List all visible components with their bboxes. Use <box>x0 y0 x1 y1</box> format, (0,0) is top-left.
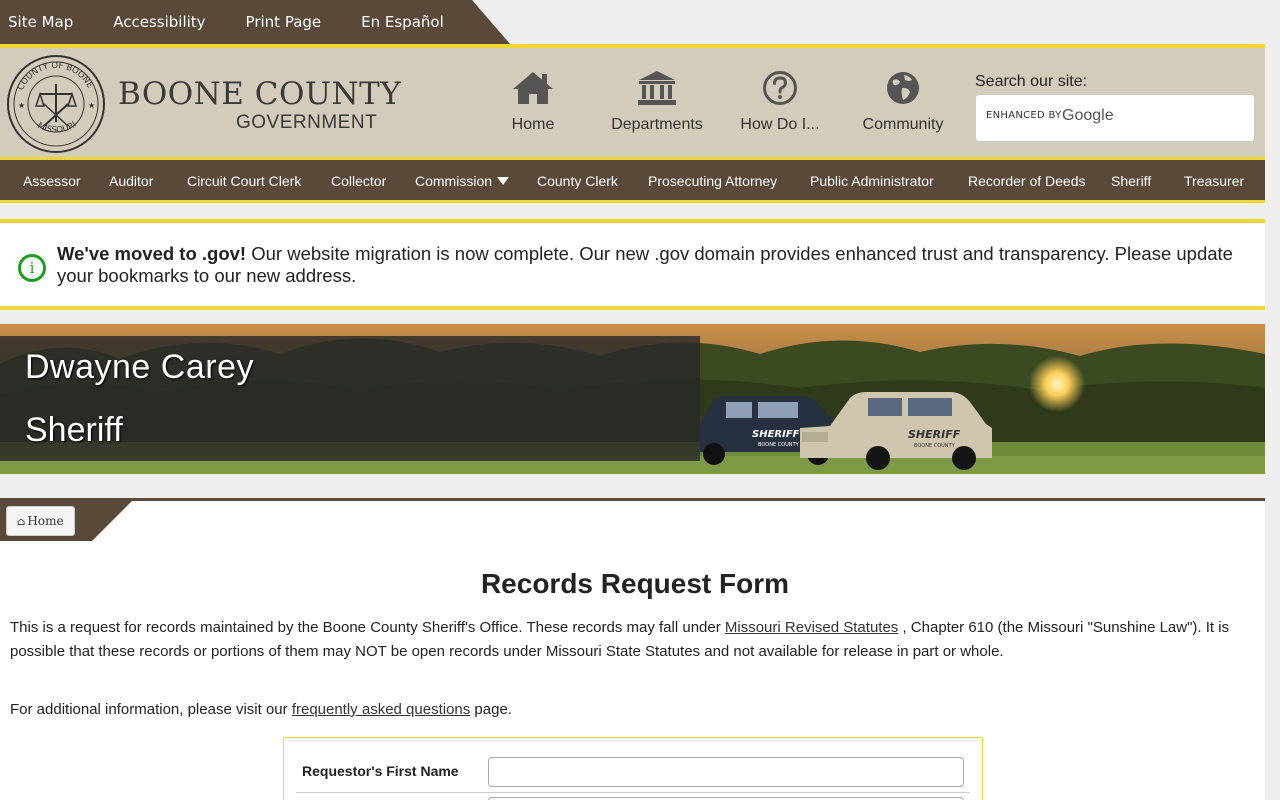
sheriff-name: Dwayne Carey <box>25 348 254 386</box>
google-logo: Google <box>1062 107 1114 124</box>
nav-how-do-i-label: How Do I... <box>740 116 820 133</box>
nav-community[interactable]: Community <box>843 70 963 134</box>
alert-bold: We've moved to .gov! <box>57 243 247 264</box>
utility-bar: Site Map Accessibility Print Page En Esp… <box>0 0 510 44</box>
breadcrumb-home[interactable]: ⌂ Home <box>6 506 75 536</box>
intro-paragraph: This is a request for records maintained… <box>10 616 1250 664</box>
intro-text-1: This is a request for records maintained… <box>10 619 725 636</box>
sheriff-banner: SHERIFF BOONE COUNTY SHERIFF BOONE COUNT… <box>0 324 1265 474</box>
dept-commission[interactable]: Commission <box>415 173 510 189</box>
question-circle-icon <box>763 71 797 105</box>
dept-treasurer[interactable]: Treasurer <box>1184 173 1244 189</box>
svg-text:SHERIFF: SHERIFF <box>908 428 961 441</box>
dept-public-administrator[interactable]: Public Administrator <box>810 173 934 189</box>
first-name-label: Requestor's First Name <box>302 763 459 779</box>
dept-auditor[interactable]: Auditor <box>109 173 153 189</box>
bank-icon <box>638 71 676 105</box>
dept-collector[interactable]: Collector <box>331 173 386 189</box>
svg-text:BOONE COUNTY: BOONE COUNTY <box>758 442 800 448</box>
dept-commission-label: Commission <box>415 173 493 189</box>
nav-home-label: Home <box>511 116 555 133</box>
print-page-link[interactable]: Print Page <box>246 13 322 31</box>
county-seal-icon[interactable]: ★ ★ COUNTY OF BOONE MISSOURI <box>6 54 106 154</box>
dept-assessor[interactable]: Assessor <box>23 173 81 189</box>
department-nav: Assessor Auditor Circuit Court Clerk Col… <box>0 160 1265 203</box>
search-enhanced-text: ENHANCED BY <box>986 110 1062 121</box>
alert-message: We've moved to .gov! Our website migrati… <box>57 243 1247 287</box>
espanol-link[interactable]: En Español <box>361 13 444 31</box>
nav-how-do-i[interactable]: How Do I... <box>720 70 840 134</box>
search-label: Search our site: <box>975 73 1088 90</box>
page-title: Records Request Form <box>480 568 790 599</box>
home-icon <box>513 72 553 104</box>
brand-title[interactable]: BOONE COUNTY <box>118 76 401 112</box>
nav-community-label: Community <box>862 116 944 133</box>
search-input[interactable]: ENHANCED BY Google <box>975 94 1255 142</box>
brand-subtitle[interactable]: GOVERNMENT <box>236 112 377 134</box>
svg-text:BOONE COUNTY: BOONE COUNTY <box>914 443 956 449</box>
dept-prosecuting-attorney[interactable]: Prosecuting Attorney <box>648 173 777 189</box>
nav-departments-label: Departments <box>611 116 703 133</box>
accessibility-link[interactable]: Accessibility <box>113 13 205 31</box>
globe-icon <box>887 72 919 104</box>
faq-paragraph: For additional information, please visit… <box>10 698 1250 722</box>
home-icon: ⌂ <box>17 515 26 528</box>
info-icon: i <box>18 254 46 282</box>
faq-text-1: For additional information, please visit… <box>10 701 292 718</box>
main-content: ⌂ Home Records Request Form This is a req… <box>0 501 1265 800</box>
site-map-link[interactable]: Site Map <box>8 13 73 31</box>
sheriff-title: Sheriff <box>25 411 123 449</box>
svg-text:★: ★ <box>88 101 95 110</box>
migration-alert: i We've moved to .gov! Our website migra… <box>0 219 1265 310</box>
missouri-statutes-link[interactable]: Missouri Revised Statutes <box>725 619 898 636</box>
dept-sheriff[interactable]: Sheriff <box>1111 173 1151 189</box>
form-row-divider <box>296 792 970 793</box>
svg-text:SHERIFF: SHERIFF <box>752 429 800 440</box>
records-request-form: Requestor's First Name <box>283 737 983 800</box>
site-header: ★ ★ COUNTY OF BOONE MISSOURI BOONE COUNT… <box>0 44 1265 160</box>
faq-text-2: page. <box>470 701 512 718</box>
nav-departments[interactable]: Departments <box>597 70 717 134</box>
faq-link[interactable]: frequently asked questions <box>292 701 470 718</box>
first-name-input[interactable] <box>488 757 964 787</box>
dept-circuit-court-clerk[interactable]: Circuit Court Clerk <box>187 173 301 189</box>
nav-home[interactable]: Home <box>473 70 593 134</box>
caret-down-icon <box>497 177 510 185</box>
svg-text:★: ★ <box>18 101 25 110</box>
breadcrumb-home-label: Home <box>27 514 64 528</box>
dept-county-clerk[interactable]: County Clerk <box>537 173 618 189</box>
dept-recorder-of-deeds[interactable]: Recorder of Deeds <box>968 173 1086 189</box>
